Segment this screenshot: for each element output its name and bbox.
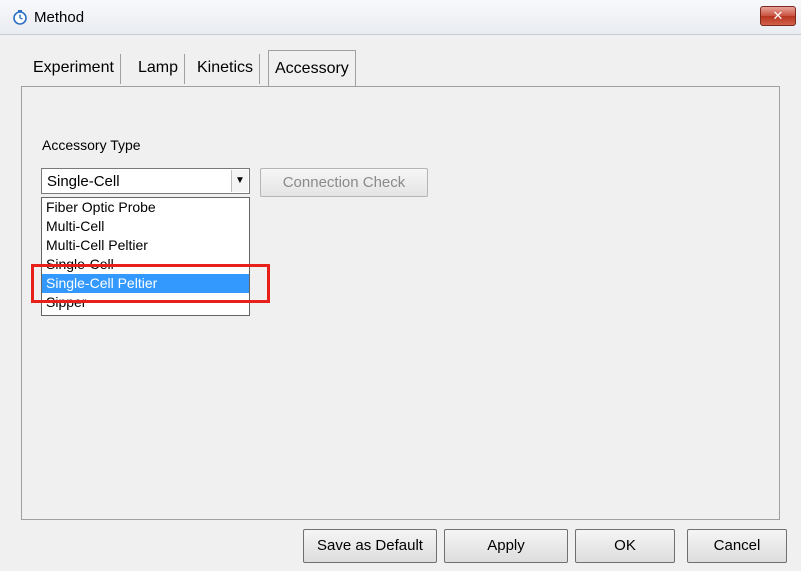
method-dialog: Method ✕ Experiment Lamp Kinetics Access… [0,0,801,571]
ok-button[interactable]: OK [575,529,675,563]
accessory-type-label: Accessory Type [42,137,141,153]
chevron-down-icon[interactable]: ▼ [231,170,248,192]
close-icon: ✕ [772,8,784,23]
window-title: Method [34,9,85,26]
dropdown-option-selected[interactable]: Single-Cell Peltier [42,274,249,293]
close-button[interactable]: ✕ [760,6,796,26]
accessory-type-select[interactable]: Single-Cell ▼ [41,168,250,194]
save-as-default-label: Save as Default [317,537,423,554]
timer-icon [13,10,27,25]
selected-value: Single-Cell [47,173,120,190]
connection-check-button[interactable]: Connection Check [260,168,428,197]
tab-kinetics[interactable]: Kinetics [191,54,261,84]
cancel-button[interactable]: Cancel [687,529,787,563]
dropdown-option[interactable]: Sipper [42,293,249,312]
tab-accessory[interactable]: Accessory [268,50,356,87]
tab-strip: Experiment Lamp Kinetics Accessory [0,34,801,90]
dropdown-option[interactable]: Multi-Cell Peltier [42,236,249,255]
tab-lamp[interactable]: Lamp [132,54,186,84]
dropdown-option[interactable]: Multi-Cell [42,217,249,236]
dropdown-option[interactable]: Single-Cell [42,255,249,274]
save-as-default-button[interactable]: Save as Default [303,529,437,563]
accessory-dropdown-list: Fiber Optic Probe Multi-Cell Multi-Cell … [41,197,250,316]
dropdown-option[interactable]: Fiber Optic Probe [42,198,249,217]
title-bar[interactable]: Method ✕ [0,0,801,35]
divider [21,519,780,520]
tab-experiment[interactable]: Experiment [27,54,121,84]
apply-button[interactable]: Apply [444,529,568,563]
